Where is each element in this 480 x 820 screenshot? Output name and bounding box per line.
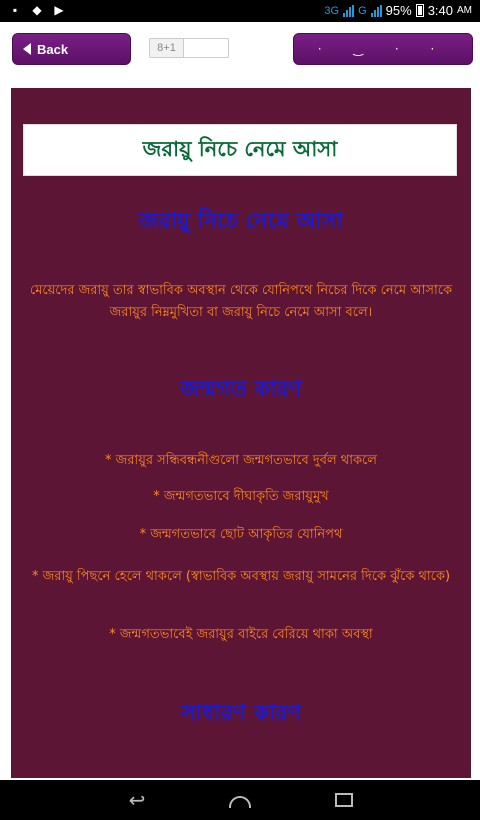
list-item: * জরায়ু পিছনে হেলে থাকলে (স্বাভাবিক অবস… bbox=[31, 569, 451, 584]
clock-ampm: AM bbox=[457, 5, 472, 16]
list-item: * জন্মগতভাবেই জরায়ুর বাইরে বেরিয়ে থাকা… bbox=[109, 627, 373, 642]
app-notification-icon: ◆ bbox=[32, 3, 42, 17]
section-heading-general-causes: সাধারণ কারণ bbox=[181, 701, 301, 726]
signal-icon-2 bbox=[370, 4, 382, 17]
google-plus-one-widget[interactable]: 8+1 bbox=[149, 38, 229, 58]
notification-icon: ▪ bbox=[12, 3, 18, 17]
network-type-3g: 3G bbox=[324, 4, 340, 17]
section-heading-congenital-causes: জন্মগত কারণ bbox=[179, 377, 303, 402]
list-item: * জরায়ুর সন্ধিবন্ধনীগুলো জন্মগতভাবে দুর… bbox=[105, 453, 377, 468]
battery-icon bbox=[415, 4, 424, 17]
nav-recent-apps-icon[interactable] bbox=[329, 788, 359, 812]
section-heading-main: জরায়ু নিচে নেমে আসা bbox=[139, 209, 343, 234]
google-plus-one-button[interactable]: 8+1 bbox=[150, 39, 184, 57]
notification-icons: ▪ ◆ ▶ bbox=[8, 3, 66, 17]
system-navigation-bar: ↩ bbox=[0, 780, 480, 820]
clock: 3:40 bbox=[427, 3, 453, 18]
back-button-label: Back bbox=[37, 41, 69, 57]
article-content: জরায়ু নিচে নেমে আসা জরায়ু নিচে নেমে আস… bbox=[11, 88, 471, 778]
nav-back-icon[interactable]: ↩ bbox=[122, 788, 152, 812]
status-bar: ▪ ◆ ▶ 3G G 95% 3:40 AM bbox=[0, 0, 480, 22]
network-type-g: G bbox=[358, 4, 367, 17]
google-plus-one-count bbox=[184, 39, 228, 57]
nav-home-icon[interactable] bbox=[225, 788, 255, 812]
app-toolbar: Back 8+1 · ‿ · · bbox=[0, 22, 480, 78]
list-item: * জন্মগতভাবে দীঘাকৃতি জরায়ুমুখ bbox=[153, 489, 329, 504]
battery-percent: 95% bbox=[385, 3, 412, 18]
play-store-icon: ▶ bbox=[54, 3, 64, 17]
intro-paragraph: মেয়েদের জরায়ু তার স্বাভাবিক অবস্থান থে… bbox=[29, 283, 453, 320]
status-indicators: 3G G 95% 3:40 AM bbox=[324, 3, 472, 18]
back-button[interactable]: Back bbox=[12, 33, 131, 65]
back-arrow-icon bbox=[23, 43, 31, 55]
article-title: জরায়ু নিচে নেমে আসা bbox=[23, 124, 457, 176]
list-item: * জন্মগতভাবে ছোট আকৃতির যোনিপথ bbox=[139, 527, 343, 542]
share-button[interactable]: · ‿ · · bbox=[293, 33, 473, 65]
signal-icon bbox=[343, 4, 355, 17]
